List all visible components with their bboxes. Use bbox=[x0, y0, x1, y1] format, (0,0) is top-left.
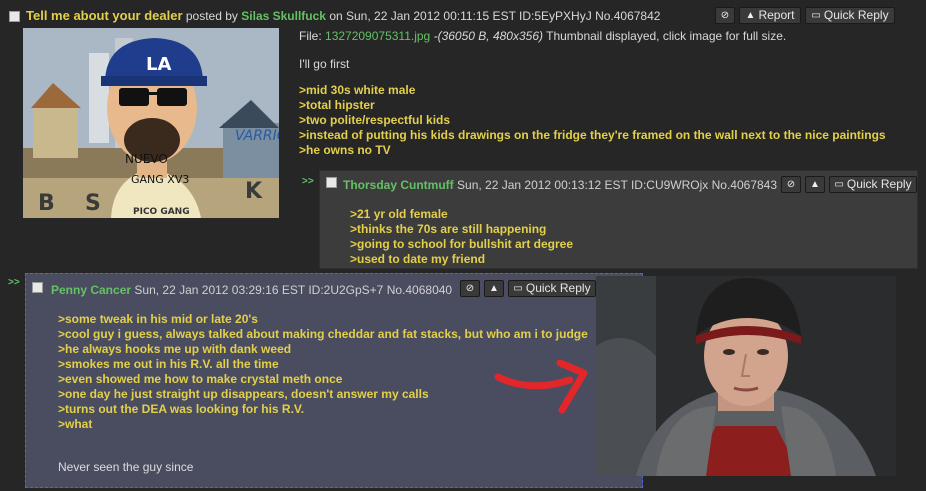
warning-icon: ▲ bbox=[489, 283, 499, 294]
sign-text: VARRIO bbox=[235, 128, 279, 144]
file-name-link[interactable]: 1327209075311.jpg bbox=[325, 29, 430, 43]
shirt-text: PICO GANG bbox=[133, 207, 190, 217]
reply2-report-button[interactable]: ▲ bbox=[484, 280, 504, 297]
greentext-line: >thinks the 70s are still happening bbox=[350, 222, 547, 236]
greentext-line: >mid 30s white male bbox=[299, 83, 416, 97]
reply1-select-checkbox[interactable] bbox=[326, 177, 337, 188]
reply1-poster-id[interactable]: ID:CU9WROjx bbox=[631, 178, 708, 192]
speech-bubble-icon: ▭ bbox=[834, 179, 844, 190]
op-select-checkbox[interactable] bbox=[9, 11, 20, 22]
file-label: File: bbox=[299, 29, 322, 43]
reply1-header: Thorsday Cuntmuff Sun, 22 Jan 2012 00:13… bbox=[343, 178, 777, 192]
reply2-poster-name[interactable]: Penny Cancer bbox=[51, 283, 131, 297]
speech-bubble-icon: ▭ bbox=[513, 283, 523, 294]
no-entry-icon: ⊘ bbox=[786, 179, 796, 190]
op-thumbnail-image[interactable]: VARRIO B S K PICO GANG LA NUEVO GANG XV3 bbox=[23, 28, 279, 218]
greentext-line: >two polite/respectful kids bbox=[299, 113, 451, 127]
file-note: Thumbnail displayed, click image for ful… bbox=[546, 29, 787, 43]
greentext-line: >cool guy i guess, always talked about m… bbox=[58, 327, 588, 341]
reply2-header: Penny Cancer Sun, 22 Jan 2012 03:29:16 E… bbox=[51, 283, 452, 297]
wall-letter-s: S bbox=[85, 191, 101, 216]
op-intro-text: I'll go first bbox=[299, 57, 350, 71]
wall-letter-k: K bbox=[245, 179, 263, 204]
reply2-arrows: >> bbox=[8, 277, 20, 288]
reply1-greentext-block: >21 yr old female >thinks the 70s are st… bbox=[350, 207, 573, 267]
op-greentext-block: >mid 30s white male >total hipster >two … bbox=[299, 83, 886, 158]
reply2-post-number[interactable]: No.4068040 bbox=[387, 283, 452, 297]
op-subject: Tell me about your dealer bbox=[26, 8, 183, 23]
op-hide-button[interactable]: ⊘ bbox=[715, 7, 735, 24]
greentext-line: >used to date my friend bbox=[350, 252, 486, 266]
op-header: Tell me about your dealer posted by Sila… bbox=[26, 8, 660, 23]
reply2-select-checkbox[interactable] bbox=[32, 282, 43, 293]
neck-text: NUEVO bbox=[125, 152, 168, 166]
warning-icon: ▲ bbox=[810, 179, 820, 190]
red-arrow-annotation bbox=[494, 359, 588, 414]
greentext-line: >he owns no TV bbox=[299, 143, 391, 157]
greentext-line: >instead of putting his kids drawings on… bbox=[299, 128, 886, 142]
quick-reply-label: Quick Reply bbox=[823, 8, 889, 22]
speech-bubble-icon: ▭ bbox=[811, 10, 821, 21]
reply1-poster-name[interactable]: Thorsday Cuntmuff bbox=[343, 178, 454, 192]
reply1-post: Thorsday Cuntmuff Sun, 22 Jan 2012 00:13… bbox=[319, 170, 918, 269]
op-file-info: File: 1327209075311.jpg -(36050 B, 480x3… bbox=[299, 29, 786, 43]
reply1-hide-button[interactable]: ⊘ bbox=[781, 176, 801, 193]
reply1-datetime: Sun, 22 Jan 2012 00:13:12 EST bbox=[457, 178, 628, 192]
greentext-line: >total hipster bbox=[299, 98, 375, 112]
wall-letter-b: B bbox=[38, 191, 55, 216]
greentext-line: >some tweak in his mid or late 20's bbox=[58, 312, 258, 326]
op-datetime: on Sun, 22 Jan 2012 00:11:15 EST bbox=[329, 9, 516, 23]
greentext-line: >21 yr old female bbox=[350, 207, 448, 221]
op-poster-id[interactable]: ID:5EyPXHyJ bbox=[519, 9, 592, 23]
op-poster-name[interactable]: Silas Skullfuck bbox=[241, 9, 326, 23]
chest-text: GANG XV3 bbox=[131, 173, 189, 186]
reply2-quick-reply-button[interactable]: ▭ Quick Reply bbox=[508, 280, 596, 297]
warning-icon: ▲ bbox=[745, 10, 756, 21]
quick-reply-label: Quick Reply bbox=[525, 281, 591, 295]
no-entry-icon: ⊘ bbox=[465, 283, 475, 294]
reply2-poster-id[interactable]: ID:2U2GpS+7 bbox=[308, 283, 383, 297]
op-post-number[interactable]: No.4067842 bbox=[595, 9, 660, 23]
reply2-hide-button[interactable]: ⊘ bbox=[460, 280, 480, 297]
op-quick-reply-button[interactable]: ▭ Quick Reply bbox=[805, 7, 895, 24]
quick-reply-label: Quick Reply bbox=[846, 177, 912, 191]
reply1-quick-reply-button[interactable]: ▭ Quick Reply bbox=[829, 176, 917, 193]
reply1-report-button[interactable]: ▲ bbox=[805, 176, 825, 193]
reply2-photo[interactable] bbox=[596, 276, 896, 476]
report-label: Report bbox=[758, 8, 795, 22]
reply2-datetime: Sun, 22 Jan 2012 03:29:16 EST bbox=[134, 283, 305, 297]
file-size: -(36050 B, 480x356) bbox=[433, 29, 543, 43]
reply1-post-number[interactable]: No.4067843 bbox=[712, 178, 777, 192]
reply2-closing-text: Never seen the guy since bbox=[58, 460, 194, 474]
no-entry-icon: ⊘ bbox=[720, 10, 730, 21]
cap-letters: LA bbox=[146, 54, 171, 75]
op-report-button[interactable]: ▲ Report bbox=[739, 7, 801, 24]
greentext-line: >going to school for bullshit art degree bbox=[350, 237, 574, 251]
reply1-arrows: >> bbox=[302, 176, 314, 187]
posted-by-text: posted by bbox=[185, 9, 238, 23]
